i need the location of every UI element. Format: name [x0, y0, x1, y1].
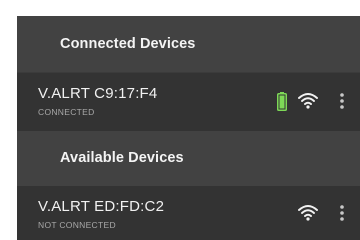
more-vert-icon[interactable] — [340, 92, 344, 110]
available-devices-header: Available Devices — [17, 131, 360, 186]
wifi-icon — [298, 205, 318, 221]
device-status: NOT CONNECTED — [38, 220, 116, 230]
battery-icon — [277, 92, 287, 111]
wifi-icon — [298, 93, 318, 109]
device-list-panel: Connected Devices V.ALRT C9:17:F4 CONNEC… — [17, 16, 360, 240]
available-devices-title: Available Devices — [60, 150, 184, 166]
connected-devices-header: Connected Devices — [17, 16, 360, 72]
connected-devices-title: Connected Devices — [60, 36, 196, 52]
device-name: V.ALRT C9:17:F4 — [38, 85, 158, 102]
available-device-row[interactable]: V.ALRT ED:FD:C2 NOT CONNECTED — [17, 186, 360, 240]
more-vert-icon[interactable] — [340, 204, 344, 222]
device-name: V.ALRT ED:FD:C2 — [38, 198, 165, 215]
device-status: CONNECTED — [38, 107, 95, 117]
connected-device-row[interactable]: V.ALRT C9:17:F4 CONNECTED — [17, 73, 360, 131]
